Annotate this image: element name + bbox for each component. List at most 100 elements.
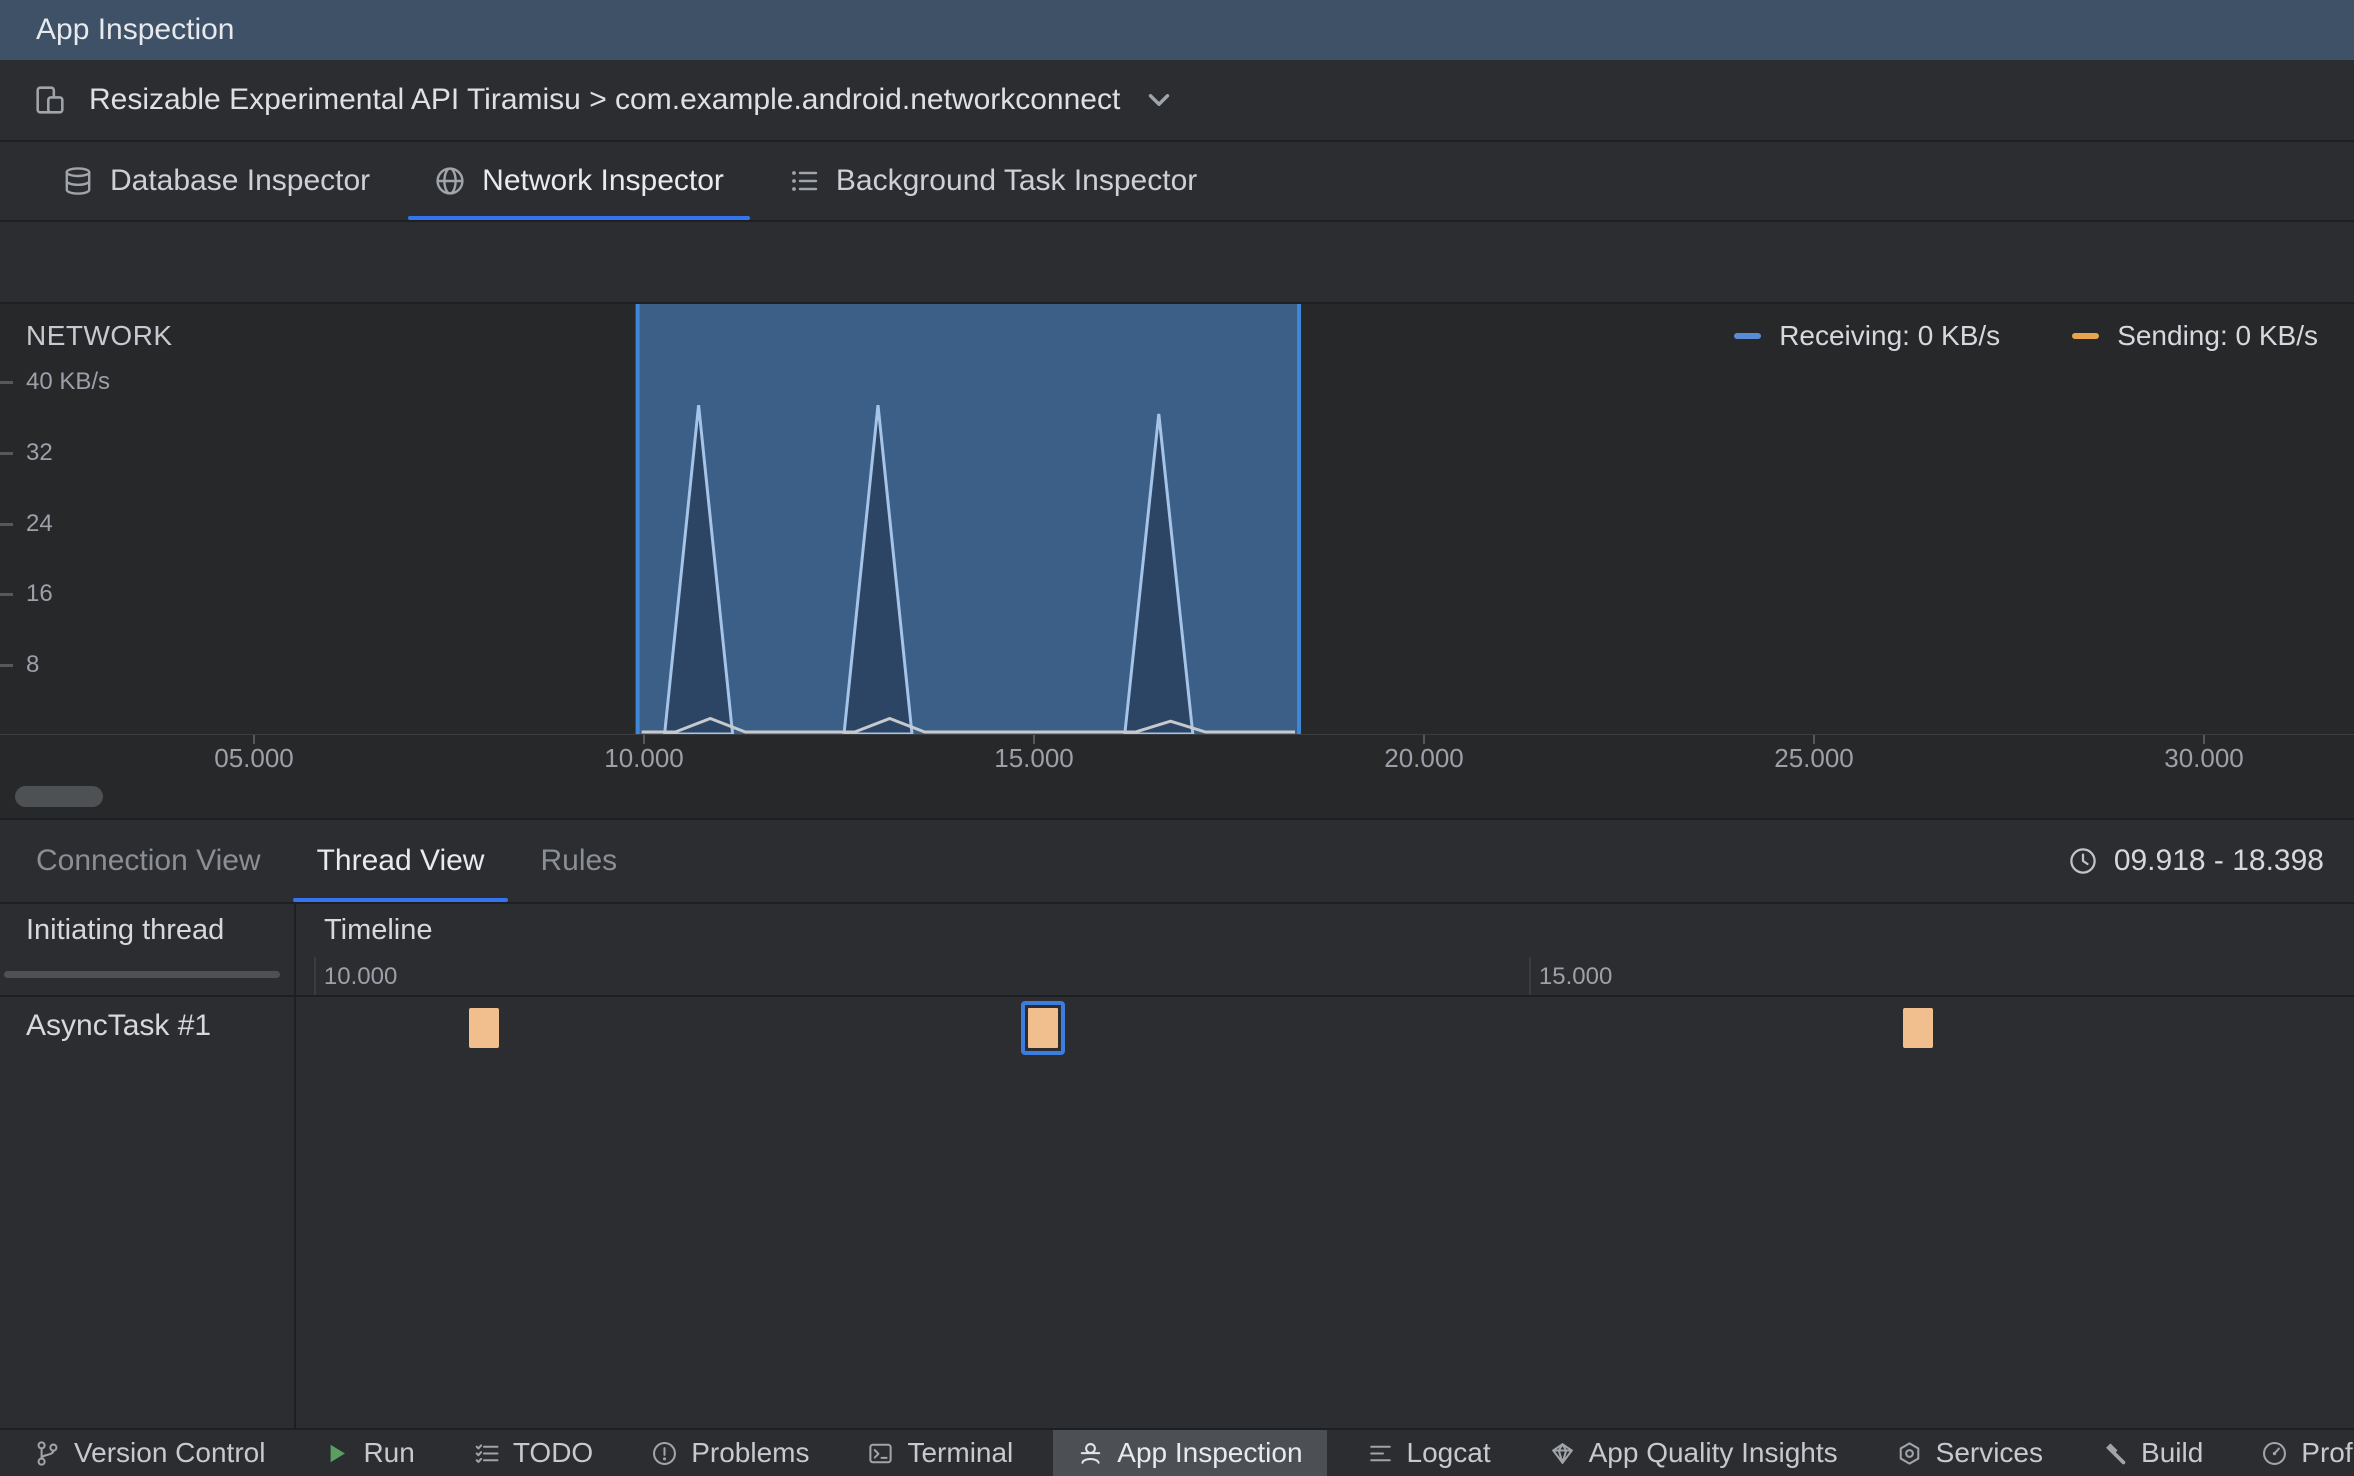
chart-scrollbar-track [0, 780, 2354, 818]
logcat-icon [1367, 1440, 1394, 1467]
inspector-tabs: Database Inspector Network Inspector Bac… [0, 142, 2354, 222]
statusbar-item-services[interactable]: Services [1890, 1430, 2049, 1476]
diamond-icon [1549, 1440, 1576, 1467]
network-timeline-plot[interactable]: NETWORK 40 KB/s 32 24 16 8 Receiving: 0 KB/s… [0, 304, 2354, 734]
column-initiating-thread: Initiating thread [26, 914, 225, 946]
y-axis-tick [0, 451, 13, 455]
todo-icon [473, 1440, 500, 1467]
statusbar-item-version-control[interactable]: Version Control [28, 1430, 271, 1476]
x-axis-label: 30.000 [2164, 743, 2244, 773]
y-axis-label: 8 [26, 651, 40, 678]
tab-database-inspector[interactable]: Database Inspector [30, 142, 402, 220]
y-axis-tick [0, 381, 13, 384]
branch-icon [34, 1440, 61, 1467]
thread-column-scrollbar[interactable] [4, 971, 280, 978]
tab-connection-view[interactable]: Connection View [8, 820, 289, 902]
thread-timeline-row[interactable] [0, 997, 2354, 1428]
tab-background-task-inspector[interactable]: Background Task Inspector [756, 142, 1229, 220]
x-axis-label: 25.000 [1774, 743, 1854, 773]
legend-label: Sending: 0 KB/s [2117, 320, 2318, 351]
network-event[interactable] [469, 1008, 500, 1048]
statusbar-item-problems[interactable]: Problems [645, 1430, 815, 1476]
statusbar-item-label: Version Control [74, 1437, 266, 1468]
statusbar-item-label: Logcat [1406, 1437, 1491, 1468]
time-range-label: 09.918 - 18.398 [2113, 844, 2324, 877]
statusbar-item-logcat[interactable]: Logcat [1361, 1430, 1497, 1476]
tab-label: Network Inspector [482, 164, 724, 197]
sending-swatch-icon [2072, 333, 2100, 339]
x-axis-label: 20.000 [1384, 743, 1464, 773]
y-axis-tick [0, 664, 13, 667]
statusbar-item-label: TODO [512, 1437, 594, 1468]
y-axis-tick [0, 593, 13, 597]
run-icon [323, 1440, 350, 1467]
app-inspection-window: App Inspection Resizable Experimental AP… [0, 0, 2354, 1476]
statusbar-item-terminal[interactable]: Terminal [861, 1430, 1019, 1476]
task-list-icon [788, 165, 820, 197]
tool-window-titlebar[interactable]: App Inspection [0, 0, 2354, 60]
problems-icon [651, 1440, 678, 1467]
statusbar-item-todo[interactable]: TODO [467, 1430, 599, 1476]
receiving-swatch-icon [1734, 333, 1762, 339]
y-axis-label: 32 [26, 438, 53, 466]
legend-receiving: Receiving: 0 KB/s [1734, 320, 2000, 352]
thread-table-header: Initiating thread Timeline [0, 902, 2354, 957]
x-axis-label: 10.000 [604, 743, 684, 773]
thread-rows: AsyncTask #1 [0, 997, 2354, 1428]
statusbar-item-app-inspection[interactable]: App Inspection [1053, 1430, 1327, 1476]
timeline-ruler: 10.000 15.000 [0, 957, 2354, 997]
ruler-label: 15.000 [1538, 963, 1613, 990]
clock-icon [2068, 846, 2098, 876]
chart-legend: Receiving: 0 KB/s Sending: 0 KB/s [1734, 320, 2318, 352]
y-axis-label: 24 [26, 509, 53, 537]
ruler-label: 10.000 [323, 963, 398, 990]
gauge-icon [2261, 1440, 2288, 1467]
inspector-detail-panel: Connection View Thread View Rules 09.918… [0, 818, 2354, 1428]
ruler-tick [313, 957, 316, 995]
chevron-down-icon[interactable] [1142, 83, 1176, 117]
ruler-tick [1528, 957, 1531, 995]
legend-label: Receiving: 0 KB/s [1779, 320, 2001, 351]
process-selector[interactable]: Resizable Experimental API Tiramisu > co… [0, 60, 2354, 142]
y-axis-label: 16 [26, 580, 53, 608]
legend-sending: Sending: 0 KB/s [2072, 320, 2318, 352]
network-chart[interactable] [0, 304, 2354, 734]
tool-window-title: App Inspection [36, 13, 235, 46]
statusbar-item-label: Run [363, 1437, 415, 1468]
hammer-icon [2101, 1440, 2128, 1467]
tab-label: Background Task Inspector [835, 164, 1198, 197]
tab-label: Database Inspector [110, 164, 371, 197]
statusbar-item-label: Services [1935, 1437, 2044, 1468]
tool-window-bar: Version Control Run TODO Problems Terminal Ap… [0, 1428, 2354, 1476]
statusbar-item-app-quality-insights[interactable]: App Quality Insights [1543, 1430, 1844, 1476]
statusbar-item-profiler[interactable]: Profiler [2255, 1430, 2354, 1476]
tab-rules[interactable]: Rules [512, 820, 645, 902]
x-axis-label: 15.000 [994, 743, 1074, 773]
network-event [1027, 1008, 1058, 1048]
chart-scrollbar-thumb[interactable] [15, 786, 103, 807]
statusbar-item-run[interactable]: Run [317, 1430, 420, 1476]
network-chart-panel: NETWORK 40 KB/s 32 24 16 8 Receiving: 0 KB/s… [0, 304, 2354, 818]
toolbar-strip [0, 222, 2354, 304]
time-axis: 05.000 10.000 15.000 20.000 25.000 30.000 [0, 734, 2354, 780]
column-timeline: Timeline [324, 914, 433, 946]
chart-title: NETWORK [26, 320, 173, 351]
tab-label: Thread View [316, 844, 485, 877]
column-divider[interactable] [294, 902, 296, 1428]
tab-label: Rules [540, 844, 618, 877]
process-label: Resizable Experimental API Tiramisu > co… [89, 83, 1121, 116]
device-icon [33, 83, 67, 117]
statusbar-item-label: Terminal [907, 1437, 1014, 1468]
network-event-selected[interactable] [1020, 1001, 1065, 1055]
tab-label: Connection View [36, 844, 261, 877]
terminal-icon [867, 1440, 894, 1467]
globe-icon [434, 165, 466, 197]
spy-icon [1077, 1440, 1104, 1467]
network-event[interactable] [1902, 1008, 1933, 1048]
tab-thread-view[interactable]: Thread View [289, 820, 513, 902]
statusbar-item-build[interactable]: Build [2095, 1430, 2209, 1476]
x-axis-label: 05.000 [214, 743, 294, 773]
tab-network-inspector[interactable]: Network Inspector [402, 142, 756, 220]
statusbar-item-label: Build [2141, 1437, 2204, 1468]
statusbar-item-label: Problems [691, 1437, 810, 1468]
